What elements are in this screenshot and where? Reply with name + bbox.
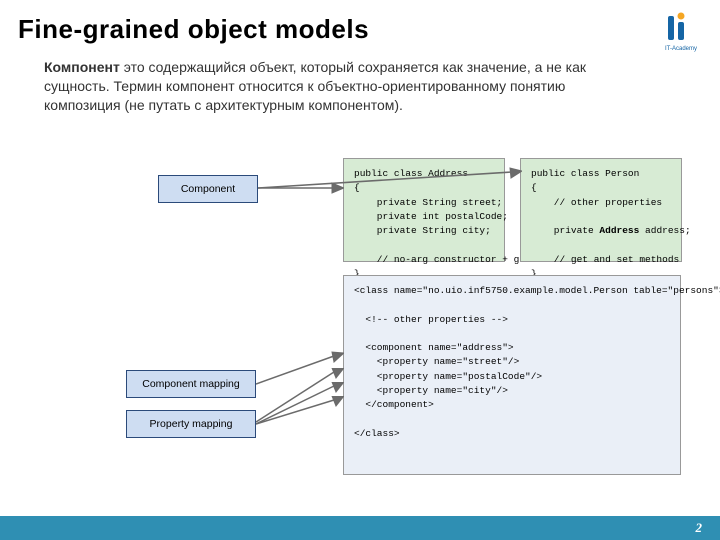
description-paragraph: Компонент это содержащийся объект, котор… bbox=[44, 58, 644, 115]
arrow-prop-mapping-to-xml-3 bbox=[256, 396, 344, 426]
footer-bar bbox=[0, 516, 720, 540]
label-component: Component bbox=[158, 175, 258, 203]
code-person: public class Person { // other propertie… bbox=[520, 158, 682, 262]
code-mapping: <class name="no.uio.inf5750.example.mode… bbox=[343, 275, 681, 475]
label-property-mapping: Property mapping bbox=[126, 410, 256, 438]
svg-text:IT-Academy: IT-Academy bbox=[665, 46, 697, 52]
label-component-mapping: Component mapping bbox=[126, 370, 256, 398]
logo-icon: IT-Academy bbox=[660, 10, 702, 52]
paragraph-rest: это содержащийся объект, который сохраня… bbox=[44, 59, 586, 113]
slide: Fine-grained object models IT-Academy Ко… bbox=[0, 0, 720, 540]
arrow-component-to-person bbox=[258, 166, 522, 196]
slide-title: Fine-grained object models bbox=[18, 14, 369, 45]
paragraph-bold: Компонент bbox=[44, 59, 120, 75]
page-number: 2 bbox=[696, 520, 703, 536]
